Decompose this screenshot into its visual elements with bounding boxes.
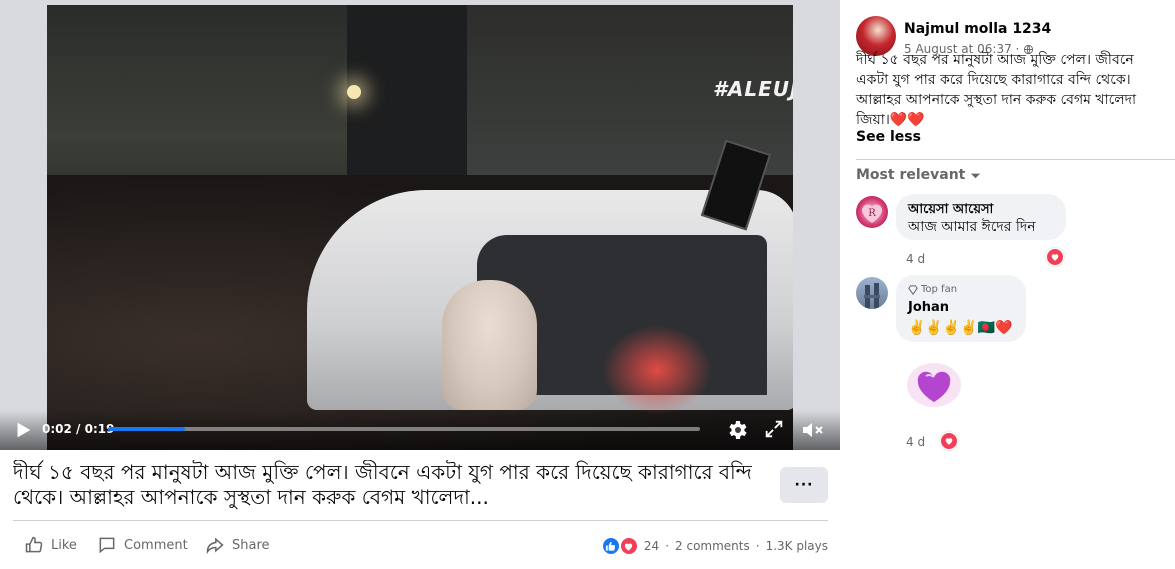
comment-text: ✌️✌️✌️✌️🇧🇩❤️ [908, 320, 1013, 336]
video-controls: 0:02 / 0:19 [0, 410, 840, 450]
heart-icon[interactable] [1046, 248, 1064, 266]
video-watermark: #ALEUJAR [713, 77, 793, 101]
video-time-separator: / [71, 422, 85, 436]
comment-button[interactable]: Comment [97, 534, 188, 556]
post-caption: দীর্ঘ ১৫ বছর পর মানুষটা আজ মুক্তি পেল। জ… [13, 460, 752, 509]
post-text: দীর্ঘ ১৫ বছর পর মানুষটা আজ মুক্তি পেল। জ… [856, 52, 1137, 128]
divider [856, 159, 1175, 160]
like-reaction-icon [601, 537, 620, 555]
comment-bubble: Top fan Johan ✌️✌️✌️✌️🇧🇩❤️ [896, 275, 1026, 342]
comment-count[interactable]: 2 comments [675, 539, 750, 553]
stats-separator: · [755, 539, 760, 553]
video-frame[interactable]: #ALEUJAR [47, 5, 793, 450]
gear-icon[interactable] [725, 418, 749, 442]
like-label: Like [51, 537, 77, 553]
share-icon [206, 537, 224, 555]
video-progress-bar[interactable] [108, 427, 700, 431]
badge-label: Top fan [921, 284, 958, 295]
like-button[interactable]: Like [24, 534, 77, 556]
comment-sort-dropdown[interactable]: Most relevant [856, 167, 981, 183]
love-reaction-icon [619, 537, 638, 555]
play-count: 1.3K plays [765, 539, 828, 553]
diamond-icon [908, 285, 918, 295]
video-progress-fill [108, 427, 185, 431]
play-icon[interactable] [12, 419, 34, 441]
video-player[interactable]: #ALEUJAR 0:02 / 0:19 [0, 0, 840, 450]
volume-muted-icon[interactable] [800, 418, 824, 442]
comment-time[interactable]: 4 d [906, 435, 925, 449]
video-scene-blur [602, 325, 712, 415]
heart-sticker-icon [907, 363, 961, 407]
thumbs-up-icon [25, 536, 43, 553]
video-time: 0:02 / 0:19 [42, 422, 114, 436]
caret-down-icon [971, 173, 981, 178]
comment-icon [99, 537, 115, 554]
avatar[interactable] [856, 277, 888, 309]
video-time-current: 0:02 [42, 422, 72, 436]
sort-label: Most relevant [856, 167, 966, 183]
comment-bubble: আয়েসা আয়েসা আজ আমার ঈদের দিন [896, 194, 1066, 240]
comment-time[interactable]: 4 d [906, 252, 925, 266]
divider [13, 520, 828, 521]
share-button[interactable]: Share [205, 534, 270, 556]
post-detail-panel: Najmul molla 1234 5 August at 06:37 · দী… [840, 0, 1175, 569]
comment-label: Comment [124, 537, 188, 553]
reaction-count[interactable]: 24 [644, 539, 659, 553]
post-stats: 24 · 2 comments · 1.3K plays [601, 536, 828, 556]
more-options-button[interactable]: ··· [780, 467, 828, 503]
stats-separator: · [665, 539, 670, 553]
avatar[interactable]: R [856, 196, 888, 228]
avatar-letter: R [868, 208, 876, 219]
video-scene-person [442, 280, 537, 410]
video-scene-light [347, 85, 361, 99]
heart-icon[interactable] [940, 432, 958, 450]
commenter-name[interactable]: আয়েসা আয়েসা [908, 202, 1054, 218]
share-label: Share [232, 537, 270, 553]
see-less-link[interactable]: See less [856, 129, 921, 145]
comment-text: আজ আমার ঈদের দিন [908, 219, 1036, 235]
commenter-name[interactable]: Johan [908, 300, 1014, 316]
fullscreen-icon[interactable] [763, 418, 787, 442]
top-fan-badge: Top fan [908, 283, 1014, 297]
author-name[interactable]: Najmul molla 1234 [904, 21, 1051, 37]
